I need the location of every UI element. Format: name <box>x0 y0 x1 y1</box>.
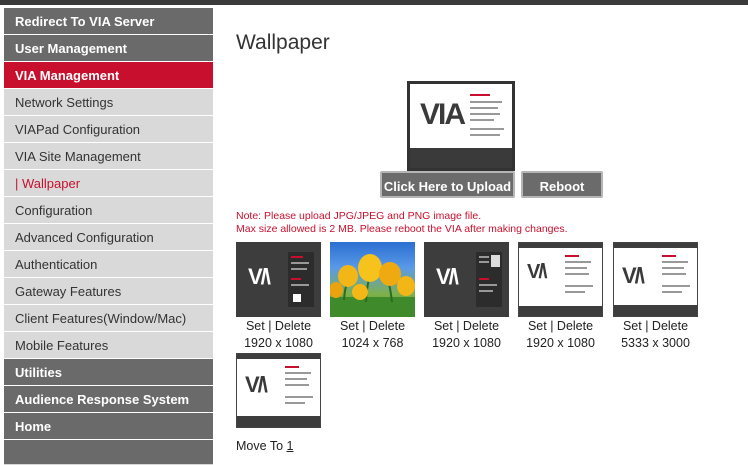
set-link[interactable]: Set <box>528 319 547 333</box>
delete-link[interactable]: Delete <box>652 319 688 333</box>
pager-label: Move To <box>236 439 284 453</box>
sidebar-item-advanced-configuration[interactable]: Advanced Configuration <box>4 224 213 251</box>
main-content: Wallpaper VIA Click Here to Upload Reboo… <box>213 5 748 465</box>
thumbnail-caption: Set | Delete <box>245 319 312 333</box>
sidebar-item-via-management[interactable]: VIA Management <box>4 62 213 89</box>
delete-link[interactable]: Delete <box>463 319 499 333</box>
thumbnail-image[interactable]: V/\ <box>613 242 698 317</box>
via-logo: VIA <box>420 98 466 131</box>
reboot-button[interactable]: Reboot <box>521 171 603 198</box>
delete-link[interactable]: Delete <box>557 319 593 333</box>
thumbnail-size: 1024 x 768 <box>341 336 404 350</box>
thumbnail-image[interactable] <box>330 242 415 317</box>
sidebar-item-wallpaper[interactable]: | Wallpaper <box>4 170 213 197</box>
set-link[interactable]: Set <box>623 319 642 333</box>
wallpaper-thumbnail: V/\ Set | Delete 1920 x 1080 <box>424 242 509 351</box>
sidebar-item-gateway-features[interactable]: Gateway Features <box>4 278 213 305</box>
note-line-2: Max size allowed is 2 MB. Please reboot … <box>236 223 568 235</box>
delete-link[interactable]: Delete <box>369 319 405 333</box>
thumbnail-image[interactable]: V/\ <box>236 353 321 428</box>
sidebar-item-via-site-management[interactable]: VIA Site Management <box>4 143 213 170</box>
sidebar-item-redirect-to-via-server[interactable]: Redirect To VIA Server <box>4 8 213 35</box>
sidebar: Redirect To VIA Server User Management V… <box>4 8 213 465</box>
thumbnail-size: 1920 x 1080 <box>432 336 501 350</box>
sidebar-filler <box>4 440 213 464</box>
pager: Move To 1 <box>236 439 293 453</box>
set-link[interactable]: Set <box>340 319 359 333</box>
thumbnail-caption: Set | Delete <box>433 319 500 333</box>
thumbnail-image[interactable]: V/\ <box>236 242 321 317</box>
set-link[interactable]: Set <box>434 319 453 333</box>
delete-link[interactable]: Delete <box>275 319 311 333</box>
page-title: Wallpaper <box>236 31 330 54</box>
thumbnail-caption: Set | Delete <box>622 319 689 333</box>
sidebar-item-network-settings[interactable]: Network Settings <box>4 89 213 116</box>
sidebar-item-configuration[interactable]: Configuration <box>4 197 213 224</box>
thumbnail-caption: Set | Delete <box>527 319 594 333</box>
sidebar-item-mobile-features[interactable]: Mobile Features <box>4 332 213 359</box>
set-link[interactable]: Set <box>246 319 265 333</box>
upload-button[interactable]: Click Here to Upload <box>380 171 515 198</box>
wallpaper-thumbnail: V/\ Set | Delete 1920 x 1080 <box>518 242 603 351</box>
sidebar-item-authentication[interactable]: Authentication <box>4 251 213 278</box>
thumbnail-size: 1920 x 1080 <box>244 336 313 350</box>
upload-note: Note: Please upload JPG/JPEG and PNG ima… <box>236 210 568 236</box>
sidebar-item-viapad-configuration[interactable]: VIAPad Configuration <box>4 116 213 143</box>
thumbnail-size: 5333 x 3000 <box>621 336 690 350</box>
wallpaper-thumbnail: V/\ <box>236 353 321 428</box>
thumbnail-size: 1920 x 1080 <box>526 336 595 350</box>
wallpaper-thumbnail: V/\ Set | Delete 5333 x 3000 <box>613 242 698 351</box>
sidebar-item-home[interactable]: Home <box>4 413 213 440</box>
sidebar-item-audience-response-system[interactable]: Audience Response System <box>4 386 213 413</box>
thumbnail-image[interactable]: V/\ <box>424 242 509 317</box>
thumbnail-image[interactable]: V/\ <box>518 242 603 317</box>
sidebar-item-utilities[interactable]: Utilities <box>4 359 213 386</box>
thumbnail-caption: Set | Delete <box>339 319 406 333</box>
wallpaper-thumbnail: V/\ Set | Delete 1920 x 1080 <box>236 242 321 351</box>
note-line-1: Note: Please upload JPG/JPEG and PNG ima… <box>236 210 482 222</box>
page-link-1[interactable]: 1 <box>287 439 294 453</box>
sidebar-item-user-management[interactable]: User Management <box>4 35 213 62</box>
tulips-image-icon <box>330 254 415 317</box>
sidebar-item-client-features[interactable]: Client Features(Window/Mac) <box>4 305 213 332</box>
wallpaper-thumbnail: Set | Delete 1024 x 768 <box>330 242 415 351</box>
wallpaper-preview: VIA <box>407 81 515 171</box>
